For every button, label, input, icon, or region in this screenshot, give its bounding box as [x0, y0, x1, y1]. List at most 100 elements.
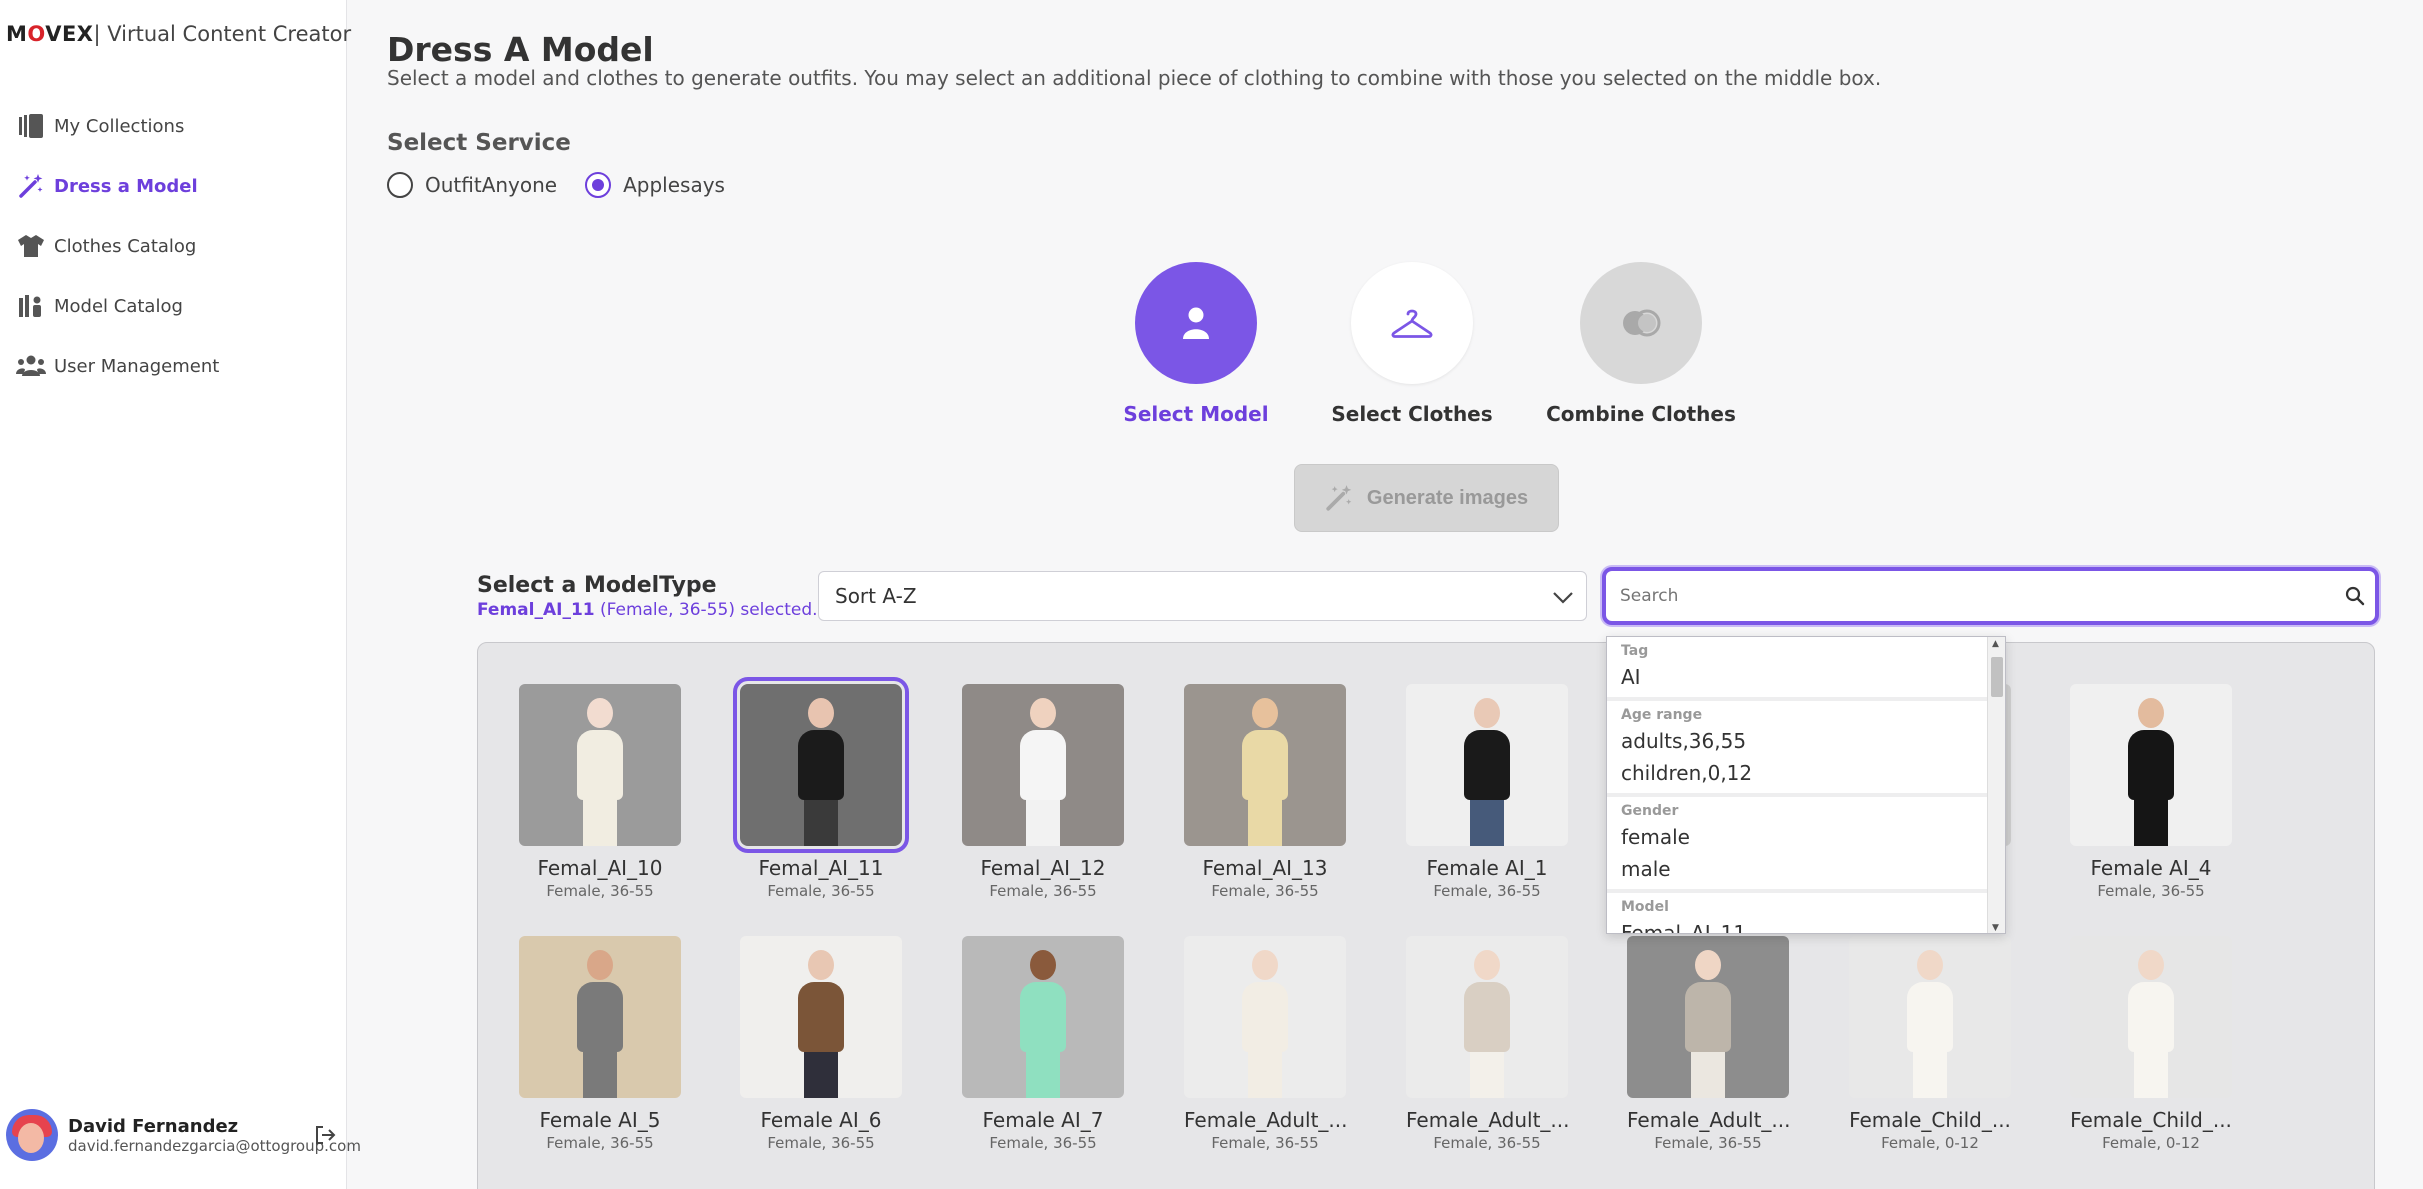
- dropdown-option[interactable]: male: [1621, 853, 1987, 885]
- generate-images-button[interactable]: Generate images: [1294, 464, 1559, 532]
- logout-icon[interactable]: [314, 1125, 336, 1149]
- model-figure: [1464, 698, 1510, 846]
- step-select-clothes[interactable]: Select Clothes: [1302, 262, 1522, 426]
- step-select-model[interactable]: Select Model: [1086, 262, 1306, 426]
- sidebar-item-dress-a-model[interactable]: Dress a Model: [0, 156, 347, 216]
- model-name: Femal_AI_11: [758, 856, 884, 880]
- search-icon[interactable]: [2335, 586, 2375, 606]
- hanger-icon[interactable]: [1351, 262, 1473, 384]
- person-icon[interactable]: [1135, 262, 1257, 384]
- model-name: Female_Child_...: [1849, 1108, 2011, 1132]
- model-card[interactable]: Femal_AI_10 Female, 36-55: [519, 684, 681, 900]
- model-card[interactable]: Female AI_4 Female, 36-55: [2070, 684, 2232, 900]
- model-meta: Female, 36-55: [546, 1134, 654, 1152]
- scroll-down-icon[interactable]: ▼: [1992, 923, 1999, 933]
- model-card[interactable]: Female AI_1 Female, 36-55: [1406, 684, 1568, 900]
- model-thumbnail[interactable]: [1184, 936, 1346, 1098]
- model-thumbnail[interactable]: [2070, 684, 2232, 846]
- model-thumbnail[interactable]: [519, 936, 681, 1098]
- model-meta: Female, 36-55: [1433, 882, 1541, 900]
- model-card[interactable]: Femal_AI_13 Female, 36-55: [1184, 684, 1346, 900]
- model-thumbnail[interactable]: [2070, 936, 2232, 1098]
- model-thumbnail[interactable]: [1849, 936, 2011, 1098]
- model-meta: Female, 36-55: [546, 882, 654, 900]
- scroll-thumb[interactable]: [1991, 657, 2003, 697]
- model-name: Femal_AI_12: [980, 856, 1106, 880]
- search-suggestions-dropdown[interactable]: Tag AI Age range adults,36,55 children,0,12 G…: [1606, 636, 2006, 934]
- model-card[interactable]: Female_Child_... Female, 0-12: [2070, 936, 2232, 1152]
- model-thumbnail[interactable]: [1627, 936, 1789, 1098]
- model-card[interactable]: Femal_AI_11 Female, 36-55: [733, 677, 909, 900]
- sidebar-item-label: Model Catalog: [54, 295, 183, 317]
- dropdown-option[interactable]: Femal_AI_11: [1621, 917, 1987, 933]
- model-thumbnail[interactable]: [1406, 936, 1568, 1098]
- model-card[interactable]: Female AI_5 Female, 36-55: [519, 936, 681, 1152]
- model-meta: Female, 0-12: [2102, 1134, 2200, 1152]
- model-grid: Femal_AI_10 Female, 36-55 Femal_AI_11 Femal…: [477, 642, 2375, 1189]
- search-box[interactable]: [1602, 567, 2379, 625]
- model-card[interactable]: Female_Child_... Female, 0-12: [1849, 936, 2011, 1152]
- overlap-circles-icon[interactable]: [1580, 262, 1702, 384]
- user-profile[interactable]: David Fernandez david.fernandezgarcia@ot…: [6, 1109, 361, 1161]
- model-meta: Female, 0-12: [1881, 1134, 1979, 1152]
- model-name: Female_Adult_...: [1184, 1108, 1348, 1132]
- sort-select[interactable]: Sort A-Z: [818, 571, 1587, 621]
- model-figure: [798, 950, 844, 1098]
- radio-circle[interactable]: [387, 172, 413, 198]
- model-card[interactable]: Female_Adult_... Female, 36-55: [1406, 936, 1570, 1152]
- model-figure: [2128, 950, 2174, 1098]
- sort-value: Sort A-Z: [835, 584, 917, 608]
- model-thumbnail[interactable]: [519, 684, 681, 846]
- model-figure: [1907, 950, 1953, 1098]
- model-meta: Female, 36-55: [1211, 1134, 1319, 1152]
- model-thumbnail[interactable]: [962, 936, 1124, 1098]
- dropdown-group-header: Age range: [1621, 707, 1703, 723]
- model-card[interactable]: Female_Adult_... Female, 36-55: [1627, 936, 1791, 1152]
- dropdown-scrollbar[interactable]: ▲ ▼: [1987, 637, 2005, 933]
- model-name: Femal_AI_10: [537, 856, 663, 880]
- dropdown-option[interactable]: female: [1621, 821, 1987, 853]
- model-figure: [1464, 950, 1510, 1098]
- model-figure: [2128, 698, 2174, 846]
- model-card[interactable]: Female AI_7 Female, 36-55: [962, 936, 1124, 1152]
- radio-outfitanyone[interactable]: OutfitAnyone: [387, 172, 557, 198]
- sidebar-item-user-management[interactable]: User Management: [0, 336, 347, 396]
- model-thumbnail[interactable]: [733, 677, 909, 853]
- model-thumbnail[interactable]: [962, 684, 1124, 846]
- sidebar-item-clothes-catalog[interactable]: Clothes Catalog: [0, 216, 347, 276]
- model-card[interactable]: Female_Adult_... Female, 36-55: [1184, 936, 1348, 1152]
- model-name: Femal_AI_13: [1202, 856, 1328, 880]
- step-combine-clothes[interactable]: Combine Clothes: [1531, 262, 1751, 426]
- model-thumbnail[interactable]: [740, 936, 902, 1098]
- magic-wand-icon: [16, 171, 46, 201]
- sidebar-item-label: User Management: [54, 355, 220, 377]
- scroll-up-icon[interactable]: ▲: [1992, 639, 1999, 649]
- sidebar: MOVEX| Virtual Content Creator My Collec…: [0, 0, 361, 1189]
- generate-label: Generate images: [1366, 486, 1529, 509]
- sidebar-item-model-catalog[interactable]: Model Catalog: [0, 276, 347, 336]
- selected-model-name: Femal_AI_11: [477, 600, 595, 620]
- radio-circle[interactable]: [585, 172, 612, 198]
- avatar: [6, 1109, 58, 1161]
- radio-applesays[interactable]: Applesays: [585, 172, 725, 198]
- dropdown-option[interactable]: AI: [1621, 661, 1987, 693]
- page-title: Dress A Model: [387, 30, 654, 69]
- model-figure: [577, 950, 623, 1098]
- dropdown-group-header: Gender: [1621, 803, 1679, 819]
- search-input[interactable]: [1606, 571, 2335, 621]
- users-icon: [16, 351, 46, 381]
- sidebar-item-my-collections[interactable]: My Collections: [0, 96, 347, 156]
- model-card[interactable]: Femal_AI_12 Female, 36-55: [962, 684, 1124, 900]
- model-meta: Female, 36-55: [2097, 882, 2205, 900]
- model-card[interactable]: Female AI_6 Female, 36-55: [740, 936, 902, 1152]
- brand[interactable]: MOVEX| Virtual Content Creator: [6, 22, 351, 46]
- model-thumbnail[interactable]: [1184, 684, 1346, 846]
- model-name: Female_Adult_...: [1406, 1108, 1570, 1132]
- model-name: Female AI_1: [1426, 856, 1548, 880]
- model-name: Female_Adult_...: [1627, 1108, 1791, 1132]
- model-thumbnail[interactable]: [1406, 684, 1568, 846]
- model-name: Female AI_5: [539, 1108, 661, 1132]
- modeltype-title: Select a ModelType: [477, 573, 717, 598]
- dropdown-option[interactable]: adults,36,55: [1621, 725, 1987, 757]
- dropdown-option[interactable]: children,0,12: [1621, 757, 1987, 789]
